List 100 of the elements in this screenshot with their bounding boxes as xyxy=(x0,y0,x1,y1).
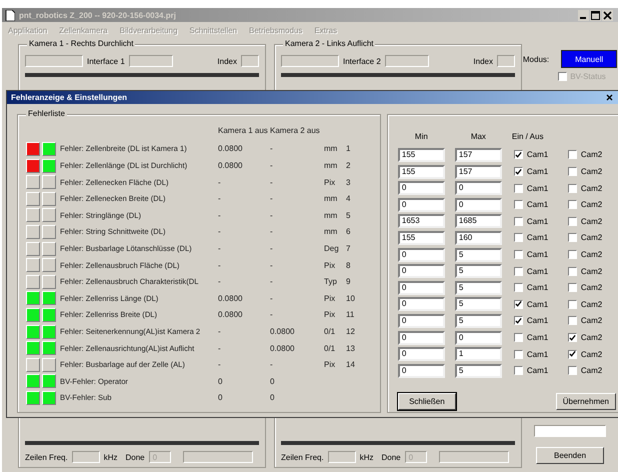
value-cell-text: 0.0800 xyxy=(218,161,244,170)
camera-checkbox[interactable]: Cam2 xyxy=(568,333,610,342)
text-field[interactable] xyxy=(182,451,253,463)
camera-checkbox[interactable]: Cam2 xyxy=(568,216,610,226)
camera-checkbox[interactable]: Cam1 xyxy=(514,167,556,176)
text-field[interactable] xyxy=(72,451,100,463)
min-field[interactable]: 0 xyxy=(398,330,445,345)
unit-cell-text: mm xyxy=(324,161,338,170)
camera-checkbox[interactable]: Cam2 xyxy=(568,366,610,376)
camera-checkbox[interactable]: Cam1 xyxy=(514,233,556,242)
max-field[interactable]: 160 xyxy=(454,230,502,245)
min-field[interactable]: 155 xyxy=(398,230,445,245)
min-field[interactable]: 155 xyxy=(398,164,445,179)
text-field[interactable] xyxy=(438,451,509,463)
column-header: Kamera 2 aus xyxy=(270,126,321,136)
camera-checkbox[interactable]: Cam1 xyxy=(514,283,556,292)
value-cell-text: 0 xyxy=(218,376,224,386)
value-cell-text: 0.0800 xyxy=(270,327,296,336)
camera-checkbox[interactable]: Cam2 xyxy=(568,350,610,359)
value-cell-text: 0.0800 xyxy=(218,310,244,320)
row-number: 12 xyxy=(346,327,356,336)
window-title: pnt_robotics Z_200 -- 920-20-156-0034.prj xyxy=(19,10,177,20)
close-button[interactable]: Schließen xyxy=(398,393,456,410)
text-field[interactable] xyxy=(497,55,515,67)
dialog-title: Fehleranzeige & Einstellungen xyxy=(11,92,128,102)
max-field[interactable]: 157 xyxy=(454,148,502,162)
unit-cell-text: Deg xyxy=(324,244,340,254)
camera-checkbox[interactable]: Cam1 xyxy=(514,350,556,359)
text-field[interactable] xyxy=(534,425,606,437)
unit-label: kHz xyxy=(360,452,374,462)
min-field[interactable]: 0 xyxy=(398,364,445,378)
min-field[interactable]: 1653 xyxy=(398,214,445,228)
camera-checkbox[interactable]: Cam2 xyxy=(568,233,610,242)
mode-button[interactable]: Manuell xyxy=(561,50,618,68)
min-field[interactable]: 0 xyxy=(398,264,445,278)
max-field[interactable]: 5 xyxy=(454,248,502,262)
mode-label: Modus: xyxy=(522,54,550,64)
exit-button[interactable]: Beenden xyxy=(536,447,604,464)
camera-checkbox[interactable]: Cam2 xyxy=(568,266,610,276)
value-cell-text: - xyxy=(270,144,274,154)
max-field[interactable]: 5 xyxy=(454,297,502,312)
min-field[interactable]: 0 xyxy=(398,248,445,262)
max-field[interactable]: 1 xyxy=(454,347,502,362)
camera-checkbox[interactable]: Cam2 xyxy=(568,283,610,292)
value-cell-text: 0 xyxy=(270,376,276,386)
minimize-icon[interactable] xyxy=(578,10,589,20)
camera-checkbox[interactable]: Cam1 xyxy=(514,200,556,210)
max-field[interactable]: 5 xyxy=(454,280,502,295)
row-number: 4 xyxy=(346,194,352,204)
max-field[interactable]: 0 xyxy=(454,330,502,345)
text-field[interactable] xyxy=(384,55,429,67)
text-field[interactable] xyxy=(328,451,356,463)
min-field[interactable]: 0 xyxy=(398,280,445,295)
close-icon[interactable] xyxy=(602,10,613,20)
row-number: 3 xyxy=(346,178,352,187)
camera-checkbox[interactable]: Cam2 xyxy=(568,250,610,260)
camera-checkbox[interactable]: Cam2 xyxy=(568,167,610,176)
row-number: 6 xyxy=(346,227,352,236)
value-cell-text: - xyxy=(218,344,222,353)
camera-checkbox[interactable]: Cam2 xyxy=(568,300,610,309)
min-field[interactable]: 0 xyxy=(398,198,445,212)
camera-checkbox[interactable]: Cam2 xyxy=(568,200,610,210)
row-number: 5 xyxy=(346,210,352,220)
min-field[interactable]: 155 xyxy=(398,148,445,162)
maximize-icon[interactable] xyxy=(590,10,601,20)
camera-checkbox[interactable]: Cam1 xyxy=(514,333,556,342)
camera-checkbox[interactable]: Cam2 xyxy=(568,150,610,160)
max-field[interactable]: 0 xyxy=(454,181,502,196)
max-field[interactable]: 5 xyxy=(454,264,502,278)
apply-button[interactable]: Übernehmen xyxy=(556,393,616,410)
min-field[interactable]: 0 xyxy=(398,314,445,328)
text-field[interactable] xyxy=(25,55,83,67)
camera-checkbox[interactable]: Cam1 xyxy=(514,250,556,260)
camera-checkbox[interactable]: Cam1 xyxy=(514,300,556,309)
max-field[interactable]: 0 xyxy=(454,198,502,212)
text-field[interactable] xyxy=(281,55,339,67)
camera-checkbox[interactable]: Cam2 xyxy=(568,316,610,326)
unit-cell-text: 0/1 xyxy=(324,327,336,336)
min-field[interactable]: 0 xyxy=(398,347,445,362)
camera-checkbox[interactable]: Cam1 xyxy=(514,150,556,160)
text-field[interactable] xyxy=(241,55,259,67)
unit-cell-text: 0/1 xyxy=(324,344,336,353)
camera-checkbox[interactable]: Cam2 xyxy=(568,184,610,193)
field-label: Index xyxy=(473,56,493,66)
close-icon[interactable] xyxy=(606,94,613,101)
unit-cell-text: Pix xyxy=(324,360,336,370)
camera-checkbox[interactable]: Cam1 xyxy=(514,366,556,376)
camera-checkbox[interactable]: Cam1 xyxy=(514,316,556,326)
camera-checkbox[interactable]: Cam1 xyxy=(514,266,556,276)
max-field[interactable]: 1685 xyxy=(454,214,502,228)
value-cell-text: 0.0800 xyxy=(218,294,244,303)
camera-checkbox[interactable]: Cam1 xyxy=(514,216,556,226)
text-field[interactable] xyxy=(128,55,173,67)
min-field[interactable]: 0 xyxy=(398,181,445,196)
min-field[interactable]: 0 xyxy=(398,297,445,312)
value-cell-text: - xyxy=(270,161,274,170)
max-field[interactable]: 157 xyxy=(454,164,502,179)
max-field[interactable]: 5 xyxy=(454,364,502,378)
camera-checkbox[interactable]: Cam1 xyxy=(514,184,556,193)
max-field[interactable]: 5 xyxy=(454,314,502,328)
